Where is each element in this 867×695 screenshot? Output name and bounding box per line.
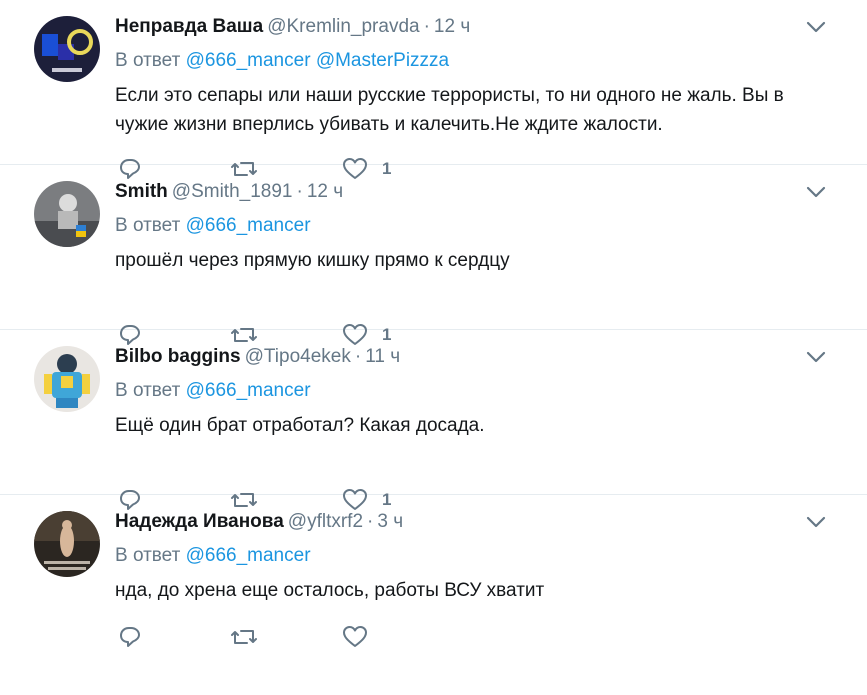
reply-icon: [118, 625, 142, 649]
mention-link[interactable]: @666_mancer: [186, 545, 311, 566]
tweet-header: Надежда Иванова @yfltxrf2 · 3 ч: [115, 509, 827, 535]
tweet-card[interactable]: Неправда Ваша @Kremlin_pravda · 12 ч В отве…: [0, 0, 867, 179]
chevron-down-icon[interactable]: [805, 183, 827, 201]
mention-link[interactable]: @666_mancer: [186, 380, 311, 401]
timestamp[interactable]: 12 ч: [307, 181, 343, 202]
separator-dot: ·: [423, 16, 430, 37]
tweet-text: нда, до хрена еще осталось, работы ВСУ х…: [115, 580, 545, 601]
reply-prefix: В ответ: [115, 545, 181, 566]
tweet-header: Неправда Ваша @Kremlin_pravda · 12 ч: [115, 14, 827, 40]
author-name[interactable]: Надежда Иванова: [115, 511, 284, 532]
avatar[interactable]: [34, 346, 100, 412]
avatar[interactable]: [34, 181, 100, 247]
reply-prefix: В ответ: [115, 50, 181, 71]
avatar[interactable]: [34, 16, 100, 82]
timestamp[interactable]: 3 ч: [377, 511, 403, 532]
timestamp[interactable]: 12 ч: [434, 16, 470, 37]
mention-link[interactable]: @MasterPizzza: [316, 50, 449, 71]
reply-context: В ответ @666_mancer: [115, 213, 827, 239]
tweet-content: Надежда Иванова @yfltxrf2 · 3 ч В ответ @66…: [115, 509, 827, 605]
separator-dot: ·: [296, 181, 303, 202]
author-name[interactable]: Smith: [115, 181, 168, 202]
author-handle[interactable]: @yfltxrf2: [288, 511, 363, 532]
like-button[interactable]: [342, 623, 382, 651]
tweet-content: Неправда Ваша @Kremlin_pravda · 12 ч В отве…: [115, 14, 827, 139]
retweet-button[interactable]: [230, 623, 258, 651]
author-handle[interactable]: @Tipo4ekek: [245, 346, 351, 367]
reply-prefix: В ответ: [115, 380, 181, 401]
reply-button[interactable]: [118, 623, 142, 651]
reply-context: В ответ @666_mancer: [115, 378, 827, 404]
separator-dot: ·: [354, 346, 362, 367]
tweet-content: Smith @Smith_1891 · 12 ч В ответ @666_mance…: [115, 179, 827, 275]
timestamp[interactable]: 11 ч: [365, 346, 400, 367]
reply-context: В ответ @666_mancer: [115, 543, 827, 569]
tweet-text: Если это сепары или наши русские террори…: [115, 85, 784, 135]
reply-prefix: В ответ: [115, 215, 181, 236]
author-name[interactable]: Bilbo baggins: [115, 346, 241, 367]
mention-link[interactable]: @666_mancer: [186, 50, 311, 71]
tweet-card[interactable]: Надежда Иванова @yfltxrf2 · 3 ч В ответ @66…: [0, 495, 867, 695]
author-name[interactable]: Неправда Ваша: [115, 16, 263, 37]
tweet-card[interactable]: Bilbo baggins @Tipo4ekek · 11 ч В ответ @66…: [0, 330, 867, 510]
like-icon: [342, 625, 368, 649]
author-handle[interactable]: @Smith_1891: [172, 181, 293, 202]
tweet-card[interactable]: Smith @Smith_1891 · 12 ч В ответ @666_mance…: [0, 165, 867, 345]
tweet-text: Ещё один брат отработал? Какая досада.: [115, 415, 485, 436]
chevron-down-icon[interactable]: [805, 348, 827, 366]
tweet-content: Bilbo baggins @Tipo4ekek · 11 ч В ответ @66…: [115, 344, 827, 440]
author-handle[interactable]: @Kremlin_pravda: [267, 16, 419, 37]
avatar[interactable]: [34, 511, 100, 577]
tweet-text: прошёл через прямую кишку прямо к сердцу: [115, 250, 510, 271]
tweet-header: Smith @Smith_1891 · 12 ч: [115, 179, 827, 205]
tweet-header: Bilbo baggins @Tipo4ekek · 11 ч: [115, 344, 827, 370]
mention-link[interactable]: @666_mancer: [186, 215, 311, 236]
chevron-down-icon[interactable]: [805, 513, 827, 531]
reply-context: В ответ @666_mancer @MasterPizzza: [115, 48, 827, 74]
chevron-down-icon[interactable]: [805, 18, 827, 36]
separator-dot: ·: [367, 511, 374, 532]
retweet-icon: [230, 625, 258, 649]
